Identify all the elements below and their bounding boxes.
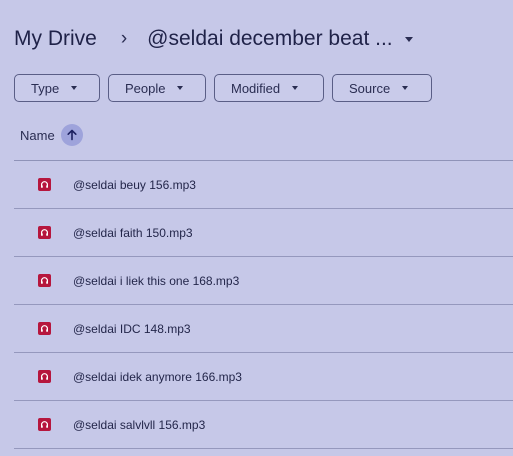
list-item[interactable]: @seldai beuy 156.mp3	[14, 161, 513, 209]
breadcrumb-current-folder[interactable]: @seldai december beat ...	[147, 27, 392, 51]
chevron-down-icon[interactable]	[404, 36, 413, 42]
file-name: @seldai idek anymore 166.mp3	[73, 369, 242, 384]
audio-file-icon	[38, 178, 51, 191]
list-item[interactable]: @seldai salvlvll 156.mp3	[14, 401, 513, 449]
list-item[interactable]: @seldai idek anymore 166.mp3	[14, 353, 513, 401]
filter-type-button[interactable]: Type	[14, 74, 100, 102]
filter-people-button[interactable]: People	[108, 74, 206, 102]
sort-direction-button[interactable]	[60, 124, 83, 146]
file-name: @seldai IDC 148.mp3	[73, 321, 191, 336]
breadcrumb-my-drive[interactable]: My Drive	[14, 27, 97, 51]
audio-file-icon	[38, 370, 51, 383]
breadcrumb: My Drive › @seldai december beat ...	[14, 22, 513, 56]
audio-file-icon	[38, 226, 51, 239]
list-header: Name	[20, 124, 83, 146]
filter-source-button[interactable]: Source	[332, 74, 432, 102]
file-name: @seldai i liek this one 168.mp3	[73, 273, 240, 288]
list-item[interactable]: @seldai IDC 148.mp3	[14, 305, 513, 353]
chevron-down-icon	[177, 86, 184, 90]
audio-file-icon	[38, 418, 51, 431]
file-name: @seldai salvlvll 156.mp3	[73, 417, 206, 432]
chevron-down-icon	[71, 86, 78, 90]
filter-bar: Type People Modified Source	[14, 74, 432, 102]
filter-type-label: Type	[31, 80, 60, 96]
file-name: @seldai faith 150.mp3	[73, 225, 193, 240]
chevron-down-icon	[402, 86, 409, 90]
chevron-down-icon	[292, 86, 299, 90]
file-list: @seldai beuy 156.mp3 @seldai faith 150.m…	[14, 161, 513, 449]
breadcrumb-separator: ›	[120, 28, 128, 49]
filter-people-label: People	[125, 80, 166, 96]
file-name: @seldai beuy 156.mp3	[73, 177, 196, 192]
filter-modified-button[interactable]: Modified	[214, 74, 324, 102]
filter-modified-label: Modified	[231, 80, 281, 96]
name-column-header[interactable]: Name	[20, 128, 55, 143]
audio-file-icon	[38, 322, 51, 335]
list-item[interactable]: @seldai faith 150.mp3	[14, 209, 513, 257]
list-item[interactable]: @seldai i liek this one 168.mp3	[14, 257, 513, 305]
filter-source-label: Source	[349, 80, 391, 96]
arrow-up-icon	[67, 129, 77, 141]
audio-file-icon	[38, 274, 51, 287]
